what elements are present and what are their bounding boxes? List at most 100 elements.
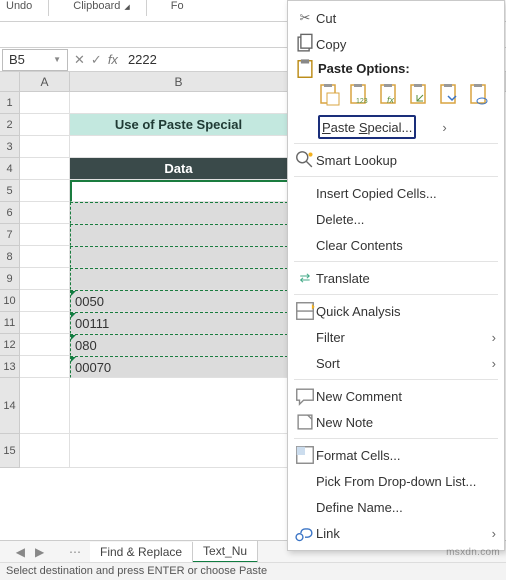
submenu-arrow-icon: › bbox=[492, 526, 496, 541]
context-menu: ✂ Cut Copy Paste Options: 123 fx Paste S… bbox=[287, 0, 505, 551]
row-header[interactable]: 7 bbox=[0, 224, 20, 246]
row-header[interactable]: 14 bbox=[0, 378, 20, 434]
tab-nav-next-icon[interactable]: ▶ bbox=[35, 545, 44, 559]
cell[interactable] bbox=[20, 290, 70, 312]
row-header[interactable]: 8 bbox=[0, 246, 20, 268]
menu-pick-dropdown[interactable]: Pick From Drop-down List... bbox=[288, 468, 504, 494]
cell[interactable] bbox=[70, 202, 288, 224]
svg-text:123: 123 bbox=[356, 98, 368, 105]
cell[interactable] bbox=[20, 334, 70, 356]
cell[interactable] bbox=[20, 136, 70, 158]
tab-nav-prev-icon[interactable]: ◀ bbox=[16, 545, 25, 559]
row-header[interactable]: 9 bbox=[0, 268, 20, 290]
cell[interactable] bbox=[70, 246, 288, 268]
menu-cut[interactable]: ✂ Cut bbox=[288, 5, 504, 31]
row-header[interactable]: 10 bbox=[0, 290, 20, 312]
cell[interactable] bbox=[20, 158, 70, 180]
row-header[interactable]: 1 bbox=[0, 92, 20, 114]
format-cells-icon bbox=[294, 444, 316, 466]
menu-separator bbox=[294, 261, 498, 262]
cell[interactable] bbox=[70, 92, 288, 114]
menu-separator bbox=[294, 379, 498, 380]
menu-quick-analysis[interactable]: Quick Analysis bbox=[288, 298, 504, 324]
link-icon bbox=[294, 522, 316, 544]
menu-copy[interactable]: Copy bbox=[288, 31, 504, 57]
cell[interactable] bbox=[20, 92, 70, 114]
name-box-dropdown-icon[interactable]: ▼ bbox=[53, 55, 61, 64]
copy-icon bbox=[294, 33, 316, 55]
tab-nav[interactable]: ◀▶ bbox=[0, 545, 60, 559]
menu-delete[interactable]: Delete... bbox=[288, 206, 504, 232]
row-header[interactable]: 4 bbox=[0, 158, 20, 180]
cell[interactable]: 0050 bbox=[70, 290, 288, 312]
submenu-arrow-icon: › bbox=[492, 330, 496, 345]
cell[interactable] bbox=[20, 114, 70, 136]
paste-icon bbox=[294, 58, 316, 80]
cancel-icon[interactable]: ✕ bbox=[74, 52, 85, 68]
paste-transpose-icon[interactable] bbox=[408, 82, 432, 108]
menu-clear-contents[interactable]: Clear Contents bbox=[288, 232, 504, 258]
comment-icon bbox=[294, 385, 316, 407]
menu-separator bbox=[294, 143, 498, 144]
menu-new-comment[interactable]: New Comment bbox=[288, 383, 504, 409]
cell[interactable]: 080 bbox=[70, 334, 288, 356]
row-header[interactable]: 12 bbox=[0, 334, 20, 356]
name-box[interactable]: B5 ▼ bbox=[2, 49, 68, 71]
paste-link-icon[interactable] bbox=[468, 82, 492, 108]
enter-icon[interactable]: ✓ bbox=[91, 52, 102, 68]
selected-cell[interactable] bbox=[70, 180, 288, 202]
cell[interactable] bbox=[70, 136, 288, 158]
menu-filter[interactable]: Filter › bbox=[288, 324, 504, 350]
cell[interactable]: 00111 bbox=[70, 312, 288, 334]
cell[interactable] bbox=[70, 378, 288, 434]
row-header[interactable]: 2 bbox=[0, 114, 20, 136]
data-header-cell[interactable]: Data bbox=[70, 158, 288, 180]
title-cell[interactable]: Use of Paste Special bbox=[70, 114, 288, 136]
row-header[interactable]: 5 bbox=[0, 180, 20, 202]
cell[interactable] bbox=[20, 378, 70, 434]
cell[interactable]: 00070 bbox=[70, 356, 288, 378]
cell[interactable] bbox=[20, 312, 70, 334]
row-header[interactable]: 13 bbox=[0, 356, 20, 378]
cell[interactable] bbox=[20, 356, 70, 378]
menu-format-cells[interactable]: Format Cells... bbox=[288, 442, 504, 468]
submenu-arrow-icon: › bbox=[442, 120, 446, 135]
smart-lookup-icon bbox=[294, 149, 316, 171]
tab-text-nu[interactable]: Text_Nu bbox=[193, 541, 258, 563]
paste-values-icon[interactable]: 123 bbox=[348, 82, 372, 108]
cell[interactable] bbox=[20, 246, 70, 268]
paste-formulas-icon[interactable]: fx bbox=[378, 82, 402, 108]
fx-icon[interactable]: fx bbox=[108, 52, 118, 67]
cell[interactable] bbox=[70, 268, 288, 290]
col-header-b[interactable]: B bbox=[70, 72, 288, 91]
row-header[interactable]: 11 bbox=[0, 312, 20, 334]
tab-find-replace[interactable]: Find & Replace bbox=[90, 542, 193, 562]
menu-sort[interactable]: Sort › bbox=[288, 350, 504, 376]
cell[interactable] bbox=[20, 202, 70, 224]
name-box-value: B5 bbox=[9, 52, 25, 67]
menu-smart-lookup[interactable]: Smart Lookup bbox=[288, 147, 504, 173]
select-all-corner[interactable] bbox=[0, 72, 20, 91]
paste-formatting-icon[interactable] bbox=[438, 82, 462, 108]
menu-separator bbox=[294, 176, 498, 177]
menu-define-name[interactable]: Define Name... bbox=[288, 494, 504, 520]
row-header[interactable]: 3 bbox=[0, 136, 20, 158]
formula-bar[interactable]: 2222 bbox=[128, 52, 157, 67]
cell[interactable] bbox=[20, 180, 70, 202]
cell[interactable] bbox=[70, 434, 288, 468]
cell[interactable] bbox=[20, 224, 70, 246]
row-header[interactable]: 6 bbox=[0, 202, 20, 224]
row-header[interactable]: 15 bbox=[0, 434, 20, 468]
menu-paste-special[interactable]: Paste Special... › bbox=[288, 114, 504, 140]
menu-translate[interactable]: ⇄ Translate bbox=[288, 265, 504, 291]
menu-link[interactable]: Link › bbox=[288, 520, 504, 546]
menu-insert-copied-cells[interactable]: Insert Copied Cells... bbox=[288, 180, 504, 206]
menu-new-note[interactable]: New Note bbox=[288, 409, 504, 435]
watermark: msxdn.com bbox=[446, 547, 500, 558]
col-header-a[interactable]: A bbox=[20, 72, 70, 91]
cell[interactable] bbox=[20, 434, 70, 468]
paste-all-icon[interactable] bbox=[318, 82, 342, 108]
cell[interactable] bbox=[20, 268, 70, 290]
cell[interactable] bbox=[70, 224, 288, 246]
menu-separator bbox=[294, 294, 498, 295]
